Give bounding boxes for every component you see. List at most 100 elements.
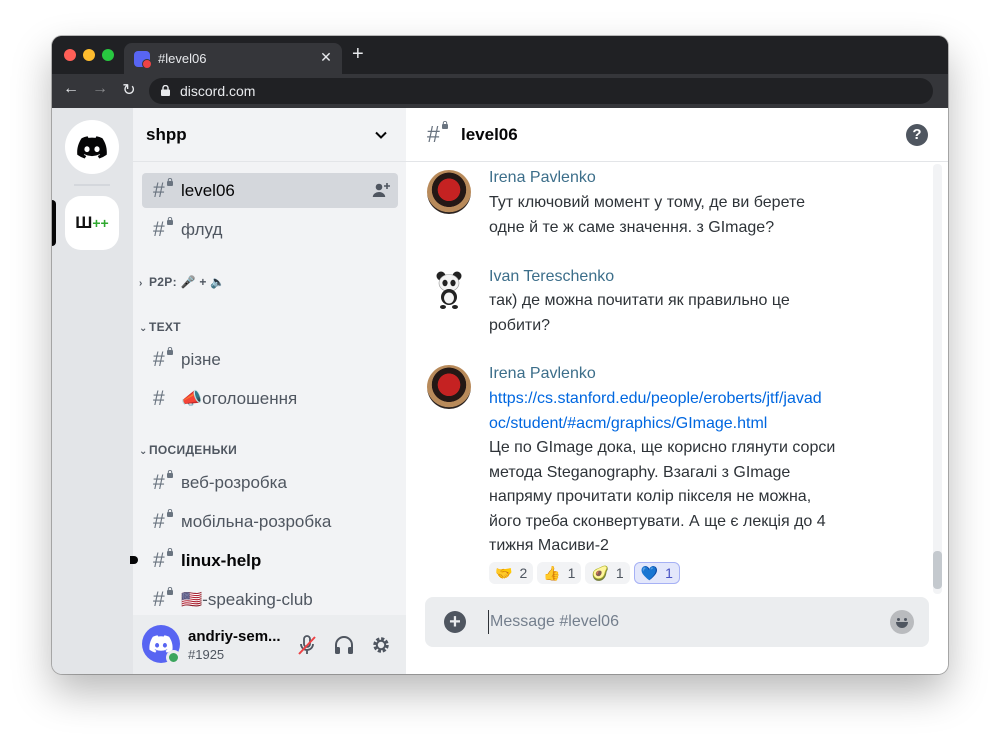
link-line[interactable]: https://cs.stanford.edu/people/eroberts/… — [489, 387, 889, 412]
avatar[interactable] — [427, 170, 471, 214]
reaction-thumbs-up[interactable]: 👍 1 — [537, 562, 582, 584]
chat-area: # level06 ? Irena Pavlenko Тут ключовий … — [406, 108, 948, 674]
message-input[interactable] — [488, 610, 878, 634]
reaction-count: 1 — [567, 565, 576, 581]
message-line: Тут ключовий момент у тому, де ви берете — [489, 194, 805, 211]
tab-close-icon[interactable]: ✕ — [318, 49, 334, 66]
chat-header: # level06 ? — [406, 108, 948, 162]
category-label: TEXT — [149, 320, 181, 334]
tab-title: #level06 — [158, 51, 207, 66]
channel-flud[interactable]: # флуд — [142, 212, 398, 247]
category-label: ПОСИДЕНЬКИ — [149, 443, 238, 457]
channel-sidebar: shpp # level06 # флуд › P2P: 🎤 + 🔈 ⌄TEXT… — [130, 108, 406, 674]
message-line: метода Steganography. Взагалі з GImage — [489, 463, 791, 481]
url-text: discord.com — [180, 83, 256, 99]
online-status-indicator — [166, 650, 181, 665]
selected-server-indicator — [52, 200, 56, 246]
thumbs-up-emoji: 👍 — [543, 564, 561, 581]
avocado-emoji: 🥑 — [591, 564, 609, 581]
user-discriminator: #1925 — [188, 647, 225, 662]
avatar[interactable] — [427, 267, 471, 311]
message-line: Це по GImage дока, ще корисно глянути со… — [489, 439, 836, 456]
gear-icon[interactable] — [370, 634, 392, 656]
discord-favicon-icon — [134, 51, 152, 69]
reload-icon[interactable]: ↻ — [119, 80, 139, 100]
muted-microphone-icon[interactable] — [296, 634, 318, 656]
chevron-down-icon[interactable] — [374, 128, 388, 142]
message-author[interactable]: Ivan Tereschenko — [489, 268, 614, 286]
chevron-right-icon: › — [139, 278, 143, 289]
reaction-count: 1 — [665, 565, 673, 581]
channel-mobilna-rozrobka[interactable]: # мобільна-розробка — [142, 504, 398, 539]
channel-rizne[interactable]: # різне — [142, 342, 398, 377]
channel-name: level06 — [181, 181, 235, 200]
headphones-icon[interactable] — [333, 634, 355, 656]
server-header[interactable]: shpp — [133, 108, 406, 162]
category-text[interactable]: ⌄TEXT — [139, 320, 181, 334]
category-p2p[interactable]: › P2P: 🎤 + 🔈 — [139, 275, 226, 289]
category-posydenky[interactable]: ⌄ПОСИДЕНЬКИ — [139, 443, 237, 457]
channel-title: level06 — [461, 125, 518, 144]
link-line[interactable]: oc/student/#acm/graphics/GImage.html — [489, 412, 889, 437]
panda-avatar-icon — [436, 271, 462, 309]
reaction-avocado[interactable]: 🥑 1 — [585, 562, 630, 584]
message-author[interactable]: Irena Pavlenko — [489, 365, 596, 383]
reaction-handshake[interactable]: 🤝 2 — [489, 562, 534, 584]
create-invite-icon[interactable] — [372, 182, 390, 198]
server-label: Ш — [75, 213, 93, 232]
hashtag-icon: # — [153, 348, 165, 371]
message-content: Це по GImage дока, ще корисно глянути со… — [489, 436, 899, 559]
channel-name: 📣оголошення — [181, 389, 298, 408]
channel-name: linux-help — [181, 551, 262, 570]
discord-app: Ш ++ shpp # level06 # флуд › P2P: 🎤 + 🔈 … — [52, 108, 948, 674]
channel-level06[interactable]: # level06 — [142, 173, 398, 208]
lock-icon — [442, 121, 448, 129]
zoom-window-button[interactable] — [102, 49, 114, 61]
message-line: його треба сконвертувати. А ще є лекція … — [489, 512, 826, 530]
server-shpp-button[interactable]: Ш ++ — [65, 196, 119, 250]
scrollbar-thumb[interactable] — [933, 551, 942, 589]
minimize-window-button[interactable] — [83, 49, 95, 61]
lock-icon — [167, 587, 173, 595]
forward-arrow-icon[interactable]: → — [90, 80, 110, 98]
hashtag-icon: # — [153, 179, 165, 202]
lock-icon — [167, 347, 173, 355]
channel-name: 🇺🇸-speaking-club — [181, 590, 313, 609]
message-author[interactable]: Irena Pavlenko — [489, 169, 596, 187]
hashtag-icon: # — [153, 471, 165, 494]
channel-name: флуд — [181, 220, 223, 239]
server-label-plus: ++ — [92, 215, 109, 231]
category-label: P2P: 🎤 + 🔈 — [149, 275, 226, 289]
message-composer: + — [425, 597, 929, 647]
reaction-blue-heart[interactable]: 💙 1 — [633, 562, 680, 584]
channel-web-rozrobka[interactable]: # веб-розробка — [142, 465, 398, 500]
help-icon[interactable]: ? — [906, 124, 928, 146]
plus-circle-icon[interactable]: + — [444, 611, 466, 633]
channel-oholoshennia[interactable]: # 📣оголошення — [142, 381, 398, 416]
avatar[interactable] — [427, 365, 471, 409]
message-content: так) де можна почитати як правильно це р… — [489, 289, 899, 338]
emoji-picker-icon[interactable] — [890, 610, 914, 634]
back-arrow-icon[interactable]: ← — [61, 80, 81, 98]
hashtag-icon: # — [153, 218, 165, 241]
channel-name: різне — [181, 350, 221, 369]
message-link[interactable]: https://cs.stanford.edu/people/eroberts/… — [489, 387, 889, 436]
server-separator — [74, 184, 110, 186]
lock-icon — [167, 217, 173, 225]
new-tab-button[interactable]: + — [352, 44, 364, 64]
chevron-down-icon: ⌄ — [139, 323, 148, 334]
browser-toolbar: ← → ↻ discord.com — [52, 74, 948, 108]
server-rail: Ш ++ — [52, 108, 133, 674]
channel-speaking-club[interactable]: # 🇺🇸-speaking-club — [142, 582, 398, 617]
hashtag-icon: # — [427, 121, 440, 147]
close-window-button[interactable] — [64, 49, 76, 61]
address-bar[interactable]: discord.com — [149, 78, 933, 104]
browser-window: #level06 ✕ + ← → ↻ discord.com Ш ++ shpp… — [52, 36, 948, 674]
lock-icon — [167, 509, 173, 517]
browser-tab[interactable]: #level06 ✕ — [124, 43, 342, 74]
hashtag-icon: # — [153, 387, 165, 410]
discord-home-button[interactable] — [65, 120, 119, 174]
channel-linux-help[interactable]: # linux-help — [130, 543, 398, 578]
discord-logo-icon — [77, 135, 107, 158]
chat-scrollbar[interactable] — [933, 164, 942, 594]
